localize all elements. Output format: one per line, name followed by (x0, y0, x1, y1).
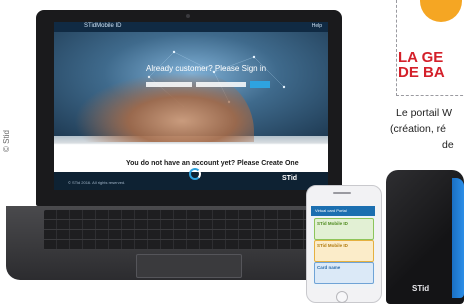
create-account-link[interactable]: You do not have an account yet? Please C… (126, 160, 299, 167)
laptop-touchpad (136, 254, 242, 278)
webcam-icon (186, 14, 190, 18)
laptop-screen: STidMobile ID Help Already customer? Ple… (54, 22, 328, 190)
username-input[interactable] (146, 82, 192, 87)
dashed-frame (396, 0, 464, 96)
photo-credit: © Stid (2, 130, 11, 152)
side-heading-line-2: DE BA (398, 64, 445, 81)
loading-spinner-icon (189, 168, 201, 180)
phone-home-button[interactable] (336, 291, 348, 303)
side-body-line-2: (création, ré (390, 123, 447, 135)
phone-screen: Virtual card Portal STid Mobile ID STid … (311, 206, 375, 288)
side-body-line-1: Le portail W (396, 107, 453, 119)
app-title: STidMobile ID (84, 23, 122, 29)
side-heading-line-1: LA GE (398, 49, 444, 66)
reader-logo: STid (412, 284, 430, 293)
sign-in-prompt: Already customer? Please Sign in (146, 64, 267, 73)
help-link[interactable]: Help (312, 23, 322, 29)
virtual-card-1-title: STid Mobile ID (317, 221, 348, 226)
phone-header-title: Virtual card Portal (315, 208, 347, 213)
virtual-card-2-title: STid Mobile ID (317, 243, 348, 248)
phone-speaker (333, 192, 351, 194)
side-body-line-3: de (442, 139, 454, 151)
footer-logo: STid (282, 175, 298, 182)
virtual-card-3-title: Card name (317, 265, 341, 270)
footer-copyright: © STid 2016. All rights reserved. (68, 180, 126, 185)
reader-blue-edge (452, 178, 464, 298)
keyboard-rows (44, 210, 332, 250)
password-input[interactable] (196, 82, 246, 87)
sign-in-button[interactable] (250, 81, 270, 88)
